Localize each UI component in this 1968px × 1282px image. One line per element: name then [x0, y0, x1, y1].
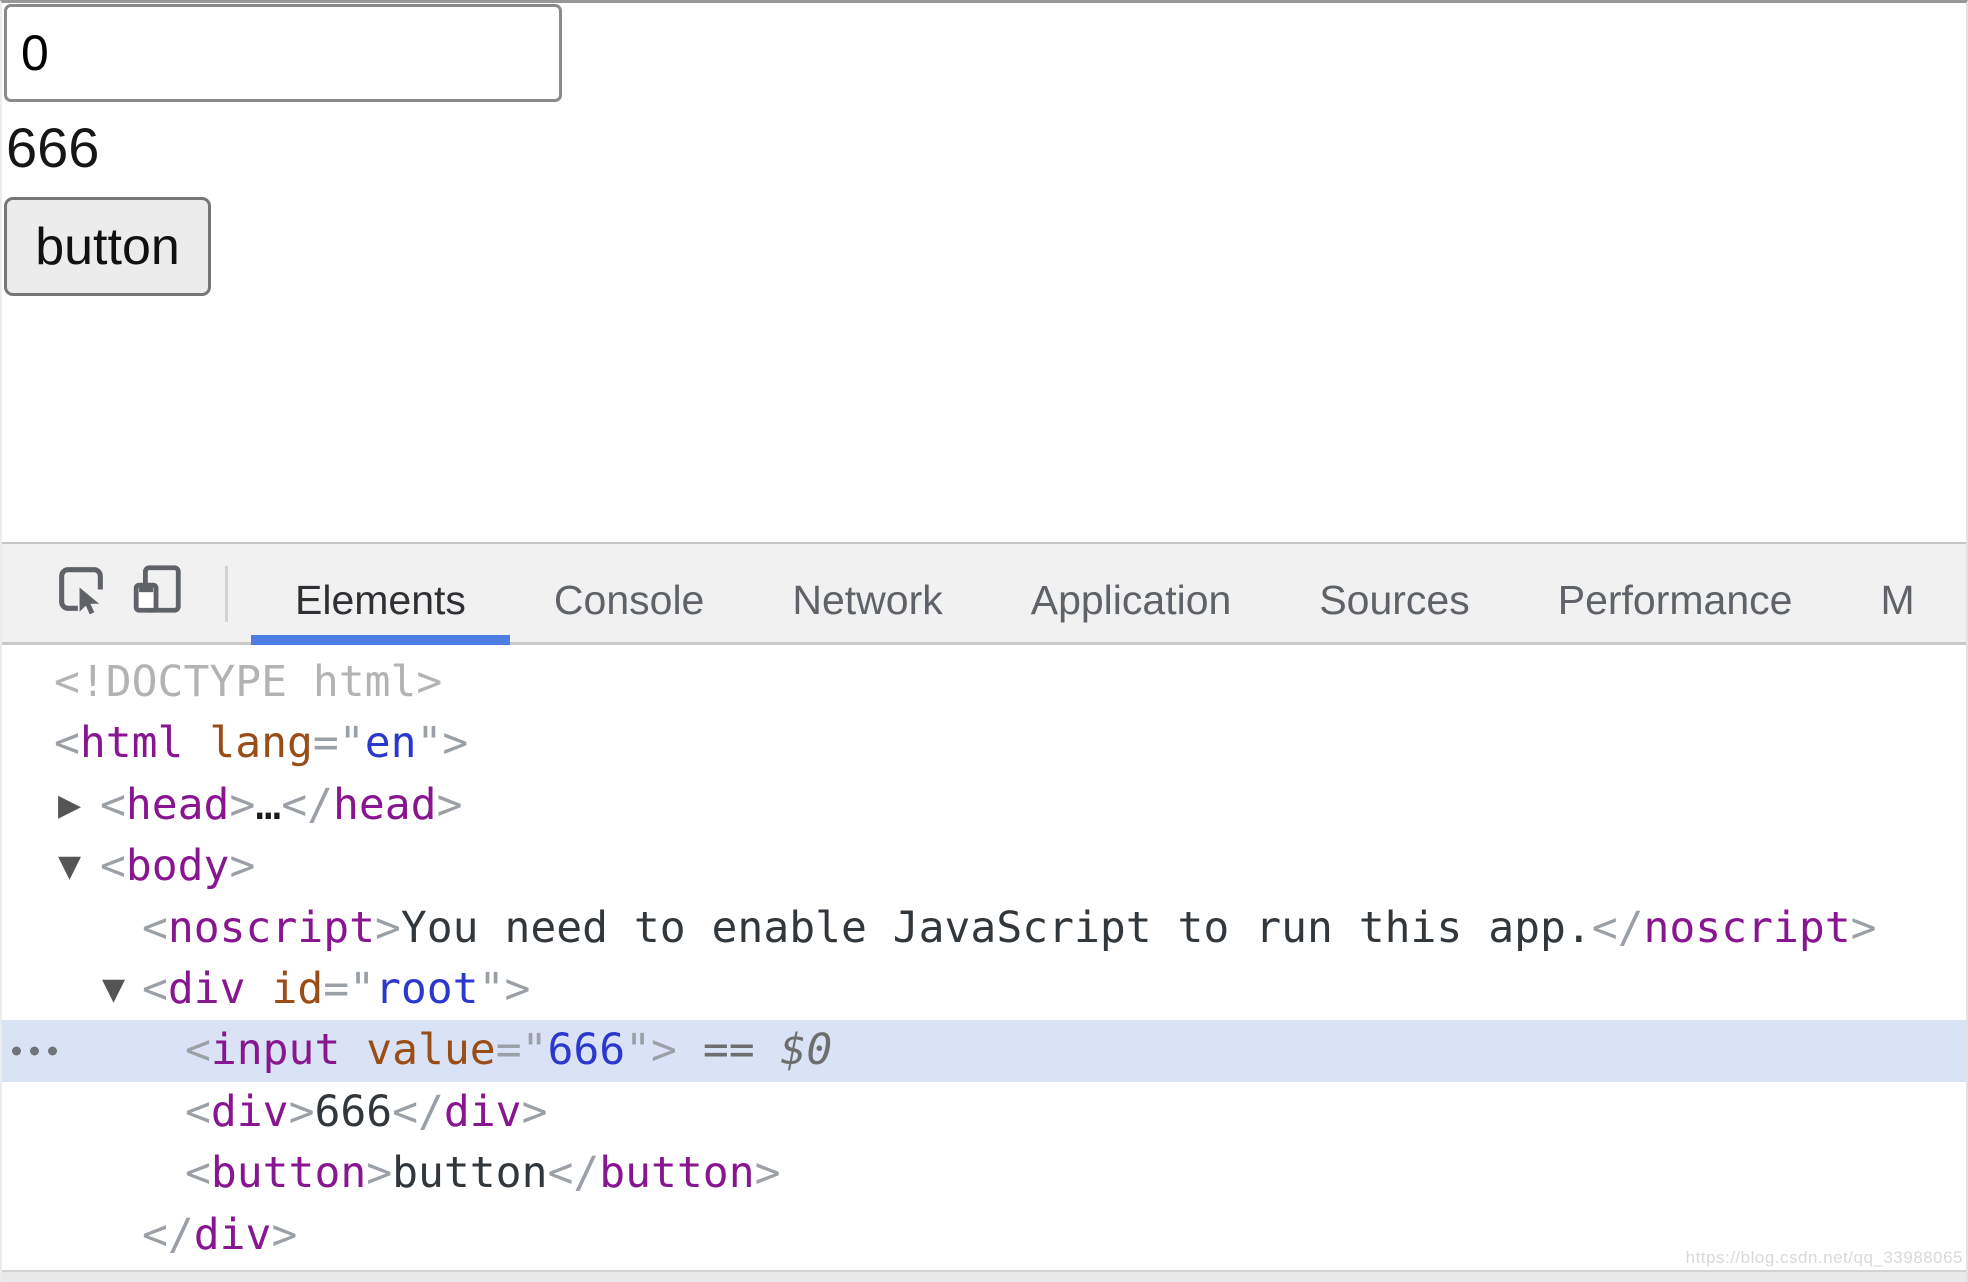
noscript-node[interactable]: <noscript>You need to enable JavaScript … — [0, 898, 1968, 959]
token-brk: </ — [281, 780, 333, 830]
token-sp — [677, 1025, 703, 1075]
tab-console[interactable]: Console — [510, 544, 748, 642]
token-txt: button — [392, 1148, 547, 1198]
token-tag: input — [211, 1025, 340, 1075]
device-toolbar-icon[interactable] — [128, 560, 186, 618]
token-brk: "> — [625, 1025, 677, 1075]
token-brk: =" — [323, 964, 375, 1014]
token-brk: "> — [479, 964, 531, 1014]
token-tag: div — [168, 964, 246, 1014]
token-brk: > — [229, 841, 255, 891]
div-root-open-tag[interactable]: ▼ <div id="root"> — [0, 959, 1968, 1020]
token-tag: body — [126, 841, 230, 891]
more-actions-icon[interactable] — [12, 1047, 57, 1056]
token-brk: < — [142, 964, 168, 1014]
device-toolbar-glyph — [128, 560, 186, 618]
token-brk: > — [271, 1210, 297, 1260]
token-tag: div — [194, 1210, 272, 1260]
token-tag: div — [211, 1087, 289, 1137]
token-brk: "> — [416, 718, 468, 768]
devtools-panel: ElementsConsoleNetworkApplicationSources… — [0, 542, 1968, 1282]
div-666-node[interactable]: <div>666</div> — [0, 1082, 1968, 1143]
tab-sources[interactable]: Sources — [1275, 544, 1513, 642]
demo-text-input[interactable] — [4, 4, 562, 102]
token-txt: 666 — [314, 1087, 392, 1137]
token-brk: > — [437, 780, 463, 830]
demo-page: 666 button — [4, 4, 562, 296]
devtools-tab-bar: ElementsConsoleNetworkApplicationSources… — [251, 544, 1959, 642]
token-tag: head — [126, 780, 230, 830]
toolbar-divider — [225, 566, 228, 622]
token-sp — [340, 1025, 366, 1075]
token-brk: > — [1851, 903, 1877, 953]
token-brk: < — [185, 1087, 211, 1137]
token-eq: == — [703, 1025, 755, 1075]
token-tag: noscript — [1644, 903, 1851, 953]
token-brk: </ — [392, 1087, 444, 1137]
html-open-tag[interactable]: <html lang="en"> — [0, 713, 1968, 774]
token-brk: < — [54, 718, 80, 768]
token-tag: div — [444, 1087, 522, 1137]
demo-output-text: 666 — [6, 120, 562, 176]
head-node-collapsed[interactable]: ▶<head>…</head> — [0, 775, 1968, 836]
token-brk: </ — [547, 1148, 599, 1198]
token-brk: > — [522, 1087, 548, 1137]
token-brk: > — [229, 780, 255, 830]
inspect-element-glyph — [52, 560, 110, 618]
elements-dom-tree: <!DOCTYPE html><html lang="en">▶<head>…<… — [0, 647, 1968, 1266]
tab-network[interactable]: Network — [748, 544, 986, 642]
devtools-toolbar: ElementsConsoleNetworkApplicationSources… — [0, 544, 1968, 645]
token-tag: button — [211, 1148, 366, 1198]
token-tag: noscript — [168, 903, 375, 953]
collapse-arrow-icon[interactable]: ▼ — [102, 959, 125, 1020]
demo-button[interactable]: button — [4, 197, 211, 296]
watermark: https://blog.csdn.net/qq_33988065 — [1686, 1248, 1963, 1268]
token-sp — [246, 964, 272, 1014]
token-doc: <!DOCTYPE html> — [54, 657, 442, 707]
token-brk: < — [100, 841, 126, 891]
tab-m[interactable]: M — [1836, 544, 1958, 642]
body-open-tag[interactable]: ▼ <body> — [0, 836, 1968, 897]
token-brk: </ — [1592, 903, 1644, 953]
expand-arrow-icon[interactable]: ▶ — [58, 775, 81, 836]
token-brk: =" — [313, 718, 365, 768]
token-brk: > — [375, 903, 401, 953]
token-txt: You need to enable JavaScript to run thi… — [401, 903, 1592, 953]
input-node-selected[interactable]: <input value="666"> == $0 — [0, 1020, 1968, 1081]
token-sp — [183, 718, 209, 768]
token-val: root — [375, 964, 479, 1014]
horizontal-scrollbar[interactable] — [0, 1270, 1968, 1282]
token-eqi: $0 — [780, 1025, 832, 1075]
token-attr: id — [271, 964, 323, 1014]
token-attr: value — [366, 1025, 495, 1075]
token-attr: lang — [209, 718, 313, 768]
collapse-arrow-icon[interactable]: ▼ — [58, 836, 81, 897]
div-root-close-tag[interactable]: </div> — [0, 1205, 1968, 1266]
token-brk: < — [100, 780, 126, 830]
token-brk: > — [755, 1148, 781, 1198]
token-brk: < — [185, 1025, 211, 1075]
token-val: 666 — [547, 1025, 625, 1075]
token-brk: </ — [142, 1210, 194, 1260]
token-brk: > — [366, 1148, 392, 1198]
token-tag: html — [80, 718, 184, 768]
token-tag: button — [599, 1148, 754, 1198]
token-val: en — [365, 718, 417, 768]
token-ell: … — [255, 780, 281, 830]
token-brk: =" — [496, 1025, 548, 1075]
inspect-element-icon[interactable] — [52, 560, 110, 618]
tab-application[interactable]: Application — [987, 544, 1276, 642]
token-brk: < — [185, 1148, 211, 1198]
token-sp — [755, 1025, 781, 1075]
token-tag: head — [333, 780, 437, 830]
tab-performance[interactable]: Performance — [1514, 544, 1837, 642]
token-brk: < — [142, 903, 168, 953]
doctype-node[interactable]: <!DOCTYPE html> — [0, 652, 1968, 713]
token-brk: > — [289, 1087, 315, 1137]
button-node[interactable]: <button>button</button> — [0, 1143, 1968, 1204]
tab-elements[interactable]: Elements — [251, 544, 510, 642]
